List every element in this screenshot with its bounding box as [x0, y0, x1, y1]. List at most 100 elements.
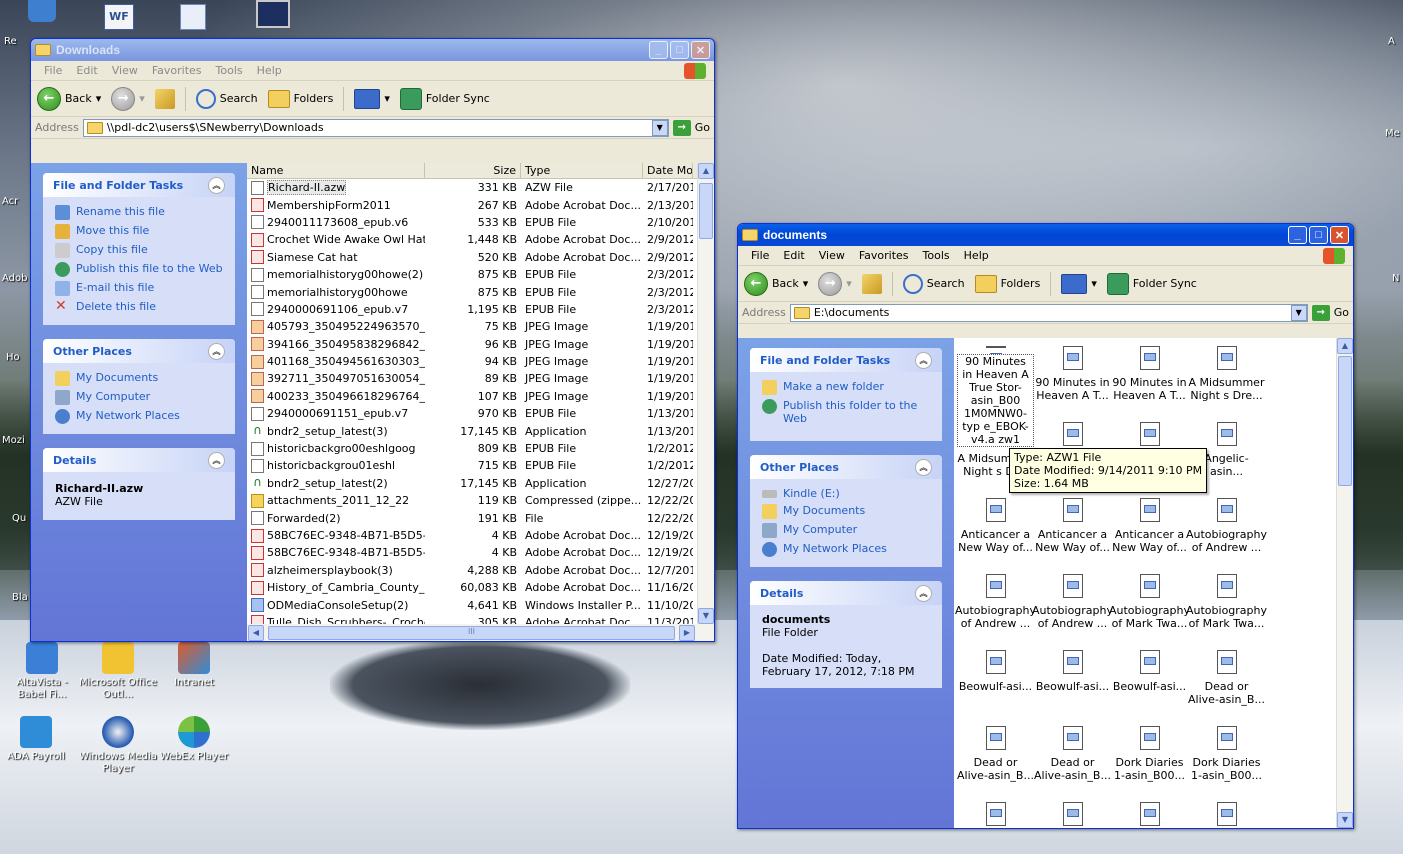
views-button[interactable]: ▾	[1061, 273, 1097, 294]
file-row[interactable]: 2940000691151_epub.v7 970 KB EPUB File 1/13…	[247, 405, 714, 422]
file-tile[interactable]: 90 Minutes in Heaven A True Stor-asin_B0…	[957, 344, 1034, 447]
column-name[interactable]: Name	[247, 163, 425, 178]
menu-tools[interactable]: Tools	[916, 249, 957, 262]
vertical-scrollbar[interactable]: ▲ ▼	[697, 163, 714, 624]
file-tile[interactable]: Autobiography of Andrew ...	[955, 572, 1036, 648]
close-button[interactable]: ✕	[691, 41, 710, 59]
file-tile[interactable]: Anticancer a New Way of...	[957, 496, 1034, 572]
collapse-chevron-icon[interactable]: ︽	[915, 351, 932, 369]
file-row[interactable]: History_of_Cambria_County_... 60,083 KB Ad…	[247, 579, 714, 596]
place-my-network[interactable]: My Network Places	[762, 540, 930, 559]
panel-title[interactable]: Details ︽	[750, 581, 942, 605]
downloads-window[interactable]: Downloads _ □ ✕ File Edit View Favorites…	[30, 38, 715, 642]
file-tile[interactable]	[1111, 800, 1188, 828]
scroll-thumb[interactable]: III	[268, 625, 675, 640]
file-tile[interactable]: 90 Minutes in Heaven A T...	[1034, 344, 1111, 420]
desktop-icon-top[interactable]	[180, 4, 206, 30]
file-row[interactable]: attachments_2011_12_22 119 KB Compressed (…	[247, 492, 714, 509]
file-tile[interactable]: Autobiography of Mark Twa...	[1109, 572, 1190, 648]
file-row[interactable]: memorialhistoryg00howe(2) 875 KB EPUB File…	[247, 266, 714, 283]
file-tile[interactable]: Beowulf-asi...	[957, 648, 1034, 724]
desktop-icon-intranet[interactable]: Intranet	[154, 642, 234, 689]
column-size[interactable]: Size	[425, 163, 521, 178]
views-button[interactable]: ▾	[354, 88, 390, 109]
file-row[interactable]: Crochet Wide Awake Owl Hat 1,448 KB Adobe …	[247, 231, 714, 248]
minimize-button[interactable]: _	[1288, 226, 1307, 244]
task-publish[interactable]: Publish this file to the Web	[55, 260, 223, 279]
file-row[interactable]: ODMediaConsoleSetup(2) 4,641 KB Windows In…	[247, 596, 714, 613]
file-tile[interactable]: Autobiography of Andrew ...	[1186, 496, 1267, 572]
file-row[interactable]: historicbackgro00eshlgoog 809 KB EPUB File…	[247, 440, 714, 457]
desktop-icon-top[interactable]	[256, 0, 290, 28]
file-row[interactable]: 392711_350497051630054_1... 89 KB JPEG Ima…	[247, 370, 714, 387]
file-row[interactable]: 2940000691106_epub.v7 1,195 KB EPUB File 2/…	[247, 301, 714, 318]
scroll-up-button[interactable]: ▲	[1337, 338, 1353, 354]
up-folder-icon[interactable]	[154, 88, 175, 109]
panel-title[interactable]: Other Places ︽	[43, 339, 235, 363]
file-row[interactable]: MembershipForm2011 267 KB Adobe Acrobat Do…	[247, 196, 714, 213]
desktop-icon-outlook[interactable]: Microsoft Office Outl...	[78, 642, 158, 701]
panel-title[interactable]: Other Places ︽	[750, 455, 942, 479]
collapse-chevron-icon[interactable]: ︽	[208, 342, 225, 360]
file-tile[interactable]: Beowulf-asi...	[1111, 648, 1188, 724]
minimize-button[interactable]: _	[649, 41, 668, 59]
folders-button[interactable]: Folders	[974, 274, 1040, 293]
desktop-icon-top[interactable]: WF	[104, 4, 134, 30]
panel-title[interactable]: Details ︽	[43, 448, 235, 472]
file-tile[interactable]	[957, 800, 1034, 828]
desktop-icon-media-player[interactable]: Windows Media Player	[78, 716, 158, 775]
address-dropdown-button[interactable]: ▼	[651, 119, 668, 136]
file-row[interactable]: 405793_350495224963570_1... 75 KB JPEG Ima…	[247, 318, 714, 335]
place-my-computer[interactable]: My Computer	[55, 388, 223, 407]
collapse-chevron-icon[interactable]: ︽	[915, 458, 932, 476]
task-delete[interactable]: ✕ Delete this file	[55, 298, 223, 317]
forward-button[interactable]: → ▾	[818, 271, 852, 296]
scroll-up-button[interactable]: ▲	[698, 163, 714, 179]
file-tile[interactable]: Dead or Alive-asin_B...	[1188, 648, 1265, 724]
file-tile[interactable]: Beowulf-asi...	[1034, 648, 1111, 724]
scroll-down-button[interactable]: ▼	[698, 608, 714, 624]
file-row[interactable]: ∩ bndr2_setup_latest(2) 17,145 KB Applicati…	[247, 475, 714, 492]
back-button[interactable]: ← Back ▾	[37, 86, 101, 111]
forward-button[interactable]: → ▾	[111, 86, 145, 111]
file-row[interactable]: historicbackgrou01eshl 715 KB EPUB File 1/2…	[247, 457, 714, 474]
column-type[interactable]: Type	[521, 163, 643, 178]
documents-window[interactable]: documents _ □ ✕ File Edit View Favorites…	[737, 223, 1354, 829]
scroll-right-button[interactable]: ▶	[679, 624, 695, 641]
address-dropdown-button[interactable]: ▼	[1290, 304, 1307, 321]
go-button[interactable]: → Go	[672, 119, 710, 136]
place-my-documents[interactable]: My Documents	[762, 502, 930, 521]
file-row[interactable]: alzheimersplaybook(3) 4,288 KB Adobe Acrob…	[247, 562, 714, 579]
horizontal-scrollbar[interactable]: ◀ III ▶	[247, 624, 714, 641]
task-rename[interactable]: Rename this file	[55, 203, 223, 222]
task-publish[interactable]: Publish this folder to the Web	[762, 397, 930, 427]
file-row[interactable]: 58BC76EC-9348-4B71-B5D5-... 4 KB Adobe Acr…	[247, 544, 714, 561]
file-tile[interactable]: Anticancer a New Way of...	[1034, 496, 1111, 572]
file-tile[interactable]: Anticancer a New Way of...	[1111, 496, 1188, 572]
file-tile[interactable]: Autobiography of Mark Twa...	[1186, 572, 1267, 648]
vertical-scrollbar[interactable]: ▲ ▼	[1336, 338, 1353, 828]
menu-favorites[interactable]: Favorites	[145, 64, 209, 77]
collapse-chevron-icon[interactable]: ︽	[208, 176, 225, 194]
file-row[interactable]: 401168_350494561630303_1... 94 KB JPEG Ima…	[247, 353, 714, 370]
place-kindle[interactable]: Kindle (E:)	[762, 485, 930, 502]
task-copy[interactable]: Copy this file	[55, 241, 223, 260]
file-row[interactable]: 58BC76EC-9348-4B71-B5D5-... 4 KB Adobe Acr…	[247, 527, 714, 544]
file-tile[interactable]	[1188, 800, 1265, 828]
file-row[interactable]: 394166_350495838296842_1... 96 KB JPEG Ima…	[247, 336, 714, 353]
menu-file[interactable]: File	[37, 64, 69, 77]
file-tile[interactable]: Dead or Alive-asin_B...	[957, 724, 1034, 800]
task-email[interactable]: E-mail this file	[55, 279, 223, 298]
dropdown-arrow-icon[interactable]: ▾	[803, 277, 809, 290]
scroll-thumb[interactable]	[1338, 356, 1352, 486]
desktop-icon-altavista[interactable]: AltaVista - Babel Fi...	[2, 642, 82, 701]
file-tile[interactable]: A Midsummer Night s Dre...	[1188, 344, 1265, 420]
file-tile[interactable]: Dead or Alive-asin_B...	[1034, 724, 1111, 800]
folders-button[interactable]: Folders	[267, 89, 333, 108]
documents-titlebar[interactable]: documents _ □ ✕	[738, 224, 1353, 246]
icon-view[interactable]: 90 Minutes in Heaven A True Stor-asin_B0…	[954, 338, 1353, 828]
place-my-computer[interactable]: My Computer	[762, 521, 930, 540]
panel-title[interactable]: File and Folder Tasks ︽	[43, 173, 235, 197]
folder-sync-button[interactable]: Folder Sync	[1106, 272, 1197, 295]
file-row[interactable]: 400233_350496618296764_1... 107 KB JPEG Im…	[247, 388, 714, 405]
